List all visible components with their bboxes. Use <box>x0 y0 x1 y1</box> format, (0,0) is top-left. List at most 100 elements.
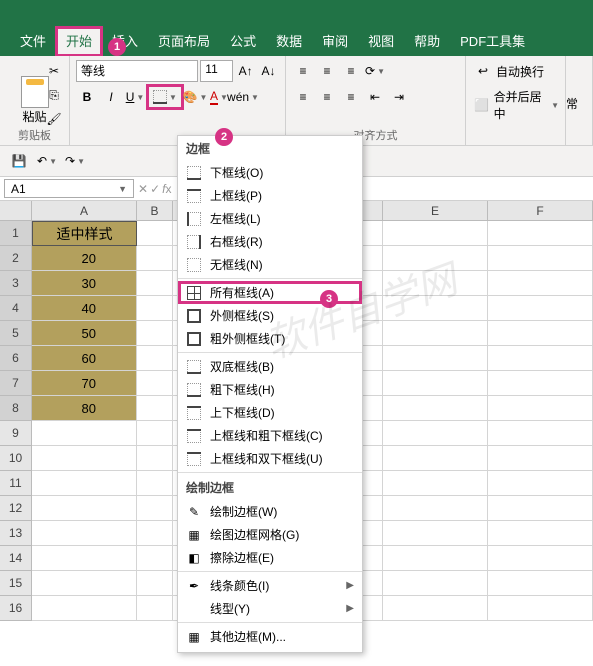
merge-icon[interactable]: ⬜ <box>472 94 492 116</box>
cell[interactable] <box>137 371 173 396</box>
border-menu-item[interactable]: 粗外侧框线(T) <box>178 327 362 350</box>
col-header[interactable]: A <box>32 201 137 220</box>
col-header[interactable]: E <box>383 201 488 220</box>
cell[interactable] <box>383 346 488 371</box>
cell[interactable] <box>488 296 593 321</box>
col-header[interactable]: B <box>137 201 173 220</box>
cell[interactable] <box>488 321 593 346</box>
cell[interactable] <box>32 546 137 571</box>
font-name-select[interactable]: 等线 <box>76 60 198 82</box>
cell[interactable] <box>137 446 173 471</box>
cell[interactable] <box>137 221 173 246</box>
cell[interactable] <box>488 271 593 296</box>
select-all-corner[interactable] <box>0 201 32 220</box>
fx-icon[interactable]: fx <box>162 182 171 196</box>
border-menu-item[interactable]: 外侧框线(S) <box>178 304 362 327</box>
border-menu-item[interactable]: ◧擦除边框(E) <box>178 546 362 569</box>
save-icon[interactable]: 💾 <box>8 150 30 172</box>
cell[interactable] <box>137 521 173 546</box>
cell[interactable] <box>32 421 137 446</box>
copy-icon[interactable]: ⎘ <box>43 84 65 106</box>
border-menu-item[interactable]: 粗下框线(H) <box>178 378 362 401</box>
cell[interactable] <box>137 496 173 521</box>
indent-increase-icon[interactable]: ⇥ <box>388 86 410 108</box>
cell[interactable] <box>32 496 137 521</box>
row-header[interactable]: 3 <box>0 271 32 296</box>
tab-pdf[interactable]: PDF工具集 <box>450 27 535 56</box>
cell[interactable] <box>137 246 173 271</box>
name-box[interactable]: A1▼ <box>4 179 134 198</box>
align-center-icon[interactable]: ≡ <box>316 86 338 108</box>
indent-decrease-icon[interactable]: ⇤ <box>364 86 386 108</box>
bold-button[interactable]: B <box>76 86 98 108</box>
border-menu-item[interactable]: 双底框线(B) <box>178 355 362 378</box>
cell[interactable] <box>383 296 488 321</box>
cell[interactable] <box>32 471 137 496</box>
cell[interactable]: 30 <box>32 271 137 296</box>
tab-home[interactable]: 开始 <box>56 27 102 56</box>
cell[interactable] <box>383 221 488 246</box>
row-header[interactable]: 8 <box>0 396 32 421</box>
italic-button[interactable]: I <box>100 86 122 108</box>
row-header[interactable]: 13 <box>0 521 32 546</box>
orientation-icon[interactable]: ⟳▼ <box>364 60 386 82</box>
cell[interactable] <box>383 496 488 521</box>
cell[interactable] <box>137 396 173 421</box>
cell[interactable] <box>383 571 488 596</box>
border-menu-item[interactable]: 上框线和双下框线(U) <box>178 447 362 470</box>
cell[interactable] <box>488 371 593 396</box>
cell[interactable] <box>488 496 593 521</box>
cell[interactable] <box>137 546 173 571</box>
increase-font-icon[interactable]: A↑ <box>235 60 256 82</box>
cell[interactable] <box>383 396 488 421</box>
cell[interactable]: 50 <box>32 321 137 346</box>
cell[interactable] <box>137 346 173 371</box>
row-header[interactable]: 4 <box>0 296 32 321</box>
cell[interactable] <box>137 321 173 346</box>
border-menu-item[interactable]: ✎绘制边框(W) <box>178 500 362 523</box>
cell[interactable] <box>383 371 488 396</box>
cell[interactable]: 80 <box>32 396 137 421</box>
cell[interactable] <box>488 221 593 246</box>
row-header[interactable]: 14 <box>0 546 32 571</box>
tab-file[interactable]: 文件 <box>10 27 56 56</box>
cell[interactable] <box>137 421 173 446</box>
row-header[interactable]: 7 <box>0 371 32 396</box>
tab-formula[interactable]: 公式 <box>220 27 266 56</box>
cell[interactable] <box>383 321 488 346</box>
border-menu-item[interactable]: 线型(Y)▶ <box>178 597 362 620</box>
underline-button[interactable]: U▼ <box>124 86 146 108</box>
cell[interactable] <box>383 596 488 621</box>
border-menu-item[interactable]: 右框线(R) <box>178 230 362 253</box>
cell[interactable] <box>488 521 593 546</box>
border-menu-item[interactable]: ✒线条颜色(I)▶ <box>178 574 362 597</box>
row-header[interactable]: 5 <box>0 321 32 346</box>
tab-pagelayout[interactable]: 页面布局 <box>148 27 220 56</box>
row-header[interactable]: 9 <box>0 421 32 446</box>
border-menu-item[interactable]: 无框线(N) <box>178 253 362 276</box>
cell[interactable]: 60 <box>32 346 137 371</box>
border-menu-item[interactable]: 上框线(P) <box>178 184 362 207</box>
align-bottom-icon[interactable]: ≡ <box>340 60 362 82</box>
cell[interactable] <box>137 571 173 596</box>
border-button[interactable]: ▼ <box>148 86 182 108</box>
align-right-icon[interactable]: ≡ <box>340 86 362 108</box>
border-menu-item[interactable]: 上框线和粗下框线(C) <box>178 424 362 447</box>
col-header[interactable]: F <box>488 201 593 220</box>
border-menu-item[interactable]: 下框线(O) <box>178 161 362 184</box>
border-menu-item[interactable]: 左框线(L) <box>178 207 362 230</box>
undo-icon[interactable]: ↶▼ <box>36 150 58 172</box>
cell[interactable] <box>488 546 593 571</box>
cell[interactable] <box>383 521 488 546</box>
cell[interactable]: 70 <box>32 371 137 396</box>
cut-icon[interactable]: ✂ <box>43 60 65 82</box>
cell[interactable] <box>488 396 593 421</box>
align-middle-icon[interactable]: ≡ <box>316 60 338 82</box>
row-header[interactable]: 1 <box>0 221 32 246</box>
cell[interactable]: 40 <box>32 296 137 321</box>
cell[interactable] <box>488 246 593 271</box>
tab-help[interactable]: 帮助 <box>404 27 450 56</box>
border-menu-item[interactable]: ▦绘图边框网格(G) <box>178 523 362 546</box>
cell[interactable] <box>488 421 593 446</box>
row-header[interactable]: 10 <box>0 446 32 471</box>
